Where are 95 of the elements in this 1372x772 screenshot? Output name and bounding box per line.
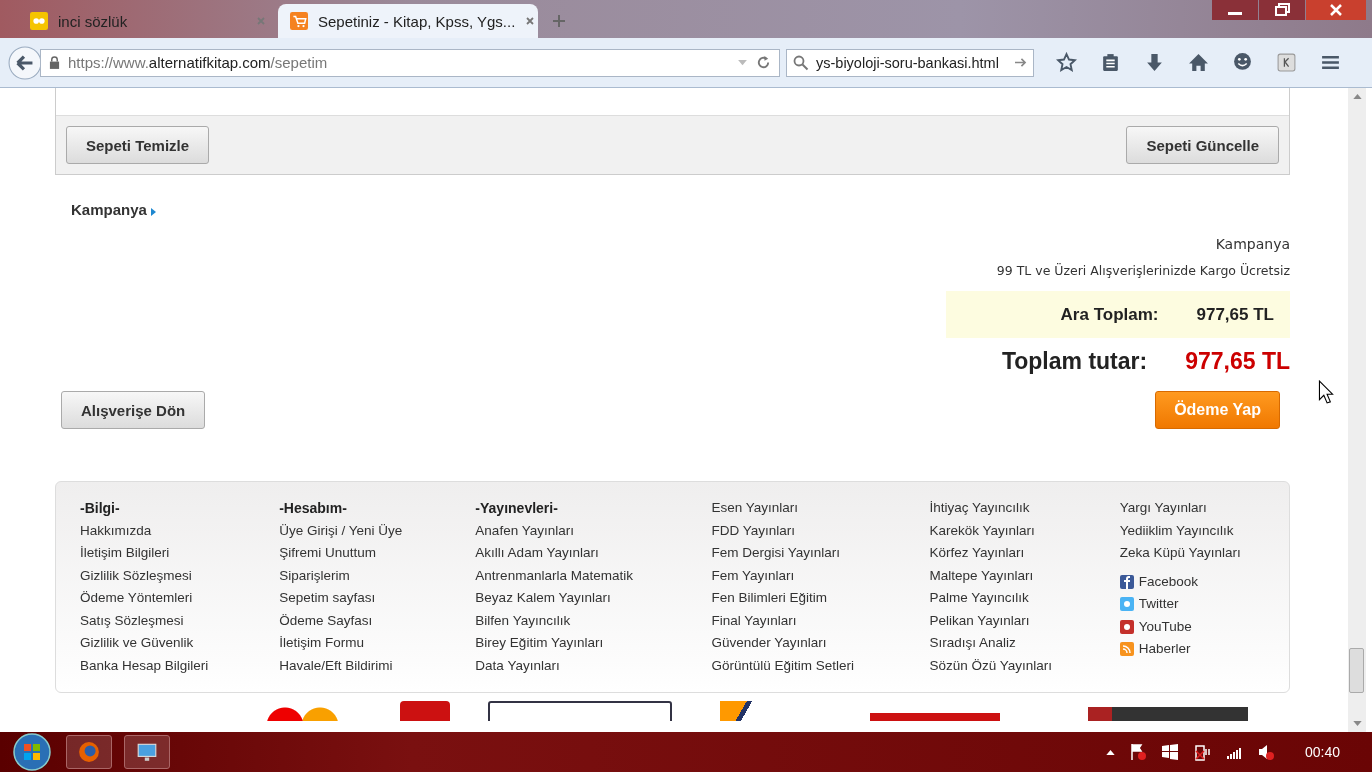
footer-link[interactable]: Zeka Küpü Yayınları	[1119, 545, 1289, 568]
back-icon[interactable]	[8, 45, 42, 80]
update-cart-button[interactable]: Sepeti Güncelle	[1126, 126, 1279, 164]
speaker-muted-icon[interactable]	[1256, 743, 1275, 761]
footer-link[interactable]: Esen Yayınları	[711, 500, 930, 523]
footer-link[interactable]: Birey Eğitim Yayınları	[475, 635, 712, 658]
address-field[interactable]: https://www.alternatifkitap.com/sepetim	[40, 48, 780, 77]
footer-link[interactable]: Final Yayınları	[711, 612, 930, 635]
lock-icon	[49, 56, 60, 69]
triangle-icon	[150, 207, 156, 216]
footer-link[interactable]: Şifremi Unuttum	[279, 545, 476, 568]
social-link[interactable]: Haberler	[1138, 641, 1191, 664]
campaign-text: 99 TL ve Üzeri Alışverişlerinizde Kargo Ücretsiz	[996, 263, 1290, 278]
continue-shopping-button[interactable]: Alışverişe Dön	[61, 391, 206, 429]
facebook-icon	[1119, 574, 1134, 589]
total-value: 977,65 TL	[1185, 348, 1290, 375]
start-button[interactable]	[10, 732, 54, 772]
footer-link[interactable]: Yediiklim Yayıncılık	[1119, 522, 1289, 545]
monitor-icon	[136, 741, 158, 763]
social-link[interactable]: YouTube	[1138, 618, 1192, 641]
social-link[interactable]: Twitter	[1138, 596, 1179, 619]
clock[interactable]: 00:40	[1304, 744, 1340, 760]
footer-link[interactable]: Fem Yayınları	[711, 567, 930, 590]
footer-heading: -Bilgi-	[80, 500, 121, 518]
subtotal-label: Ara Toplam:	[1060, 304, 1159, 325]
footer-link[interactable]: Yargı Yayınları	[1119, 500, 1289, 523]
footer-link[interactable]: Beyaz Kalem Yayınları	[475, 590, 712, 613]
scroll-up-icon[interactable]	[1352, 94, 1362, 99]
footer-link[interactable]: Ödeme Yöntemleri	[80, 590, 280, 613]
footer-link[interactable]: Siparişlerim	[279, 567, 476, 590]
close-icon[interactable]	[525, 16, 536, 26]
footer-link[interactable]: Körfez Yayınları	[929, 545, 1120, 568]
search-field[interactable]: ys-biyoloji-soru-bankasi.html	[786, 48, 1034, 77]
footer-link[interactable]: Gizlilik Sözleşmesi	[80, 567, 280, 590]
footer-link[interactable]: Güvender Yayınları	[711, 635, 930, 658]
key-icon[interactable]	[1276, 52, 1297, 73]
footer-link[interactable]: Hakkımızda	[80, 522, 280, 545]
footer-link[interactable]: İletişim Bilgileri	[80, 545, 280, 568]
footer-link[interactable]: Üye Girişi / Yeni Üye	[279, 522, 476, 545]
home-icon[interactable]	[1188, 52, 1209, 73]
total-label: Toplam tutar:	[1001, 348, 1148, 375]
footer-link[interactable]: İhtiyaç Yayıncılık	[929, 500, 1120, 523]
flag-icon[interactable]	[1128, 743, 1147, 761]
footer-link[interactable]: Satış Sözleşmesi	[80, 612, 280, 635]
restore-icon[interactable]	[1259, 0, 1305, 20]
footer-link[interactable]: Palme Yayıncılık	[929, 590, 1120, 613]
footer-link[interactable]: Akıllı Adam Yayınları	[475, 545, 712, 568]
reading-list-icon[interactable]	[1100, 52, 1121, 73]
browser-tab[interactable]: inci sözlük	[18, 4, 278, 38]
footer-link[interactable]: Fem Dergisi Yayınları	[711, 545, 930, 568]
social-link[interactable]: Facebook	[1138, 573, 1198, 596]
footer-link[interactable]: Karekök Yayınları	[929, 522, 1120, 545]
scrollbar[interactable]	[1348, 88, 1366, 732]
footer-heading: -Yayınevleri-	[475, 500, 559, 518]
show-hidden-icon[interactable]	[1105, 749, 1115, 755]
footer-link[interactable]: Havale/Eft Bildirimi	[279, 657, 476, 680]
cart-icon	[290, 12, 308, 30]
browser-tab[interactable]: Sepetiniz - Kitap, Kpss, Ygs...	[278, 4, 538, 38]
scroll-down-icon[interactable]	[1352, 721, 1362, 726]
footer-link[interactable]: FDD Yayınları	[711, 522, 930, 545]
minimize-icon[interactable]	[1212, 0, 1258, 20]
subtotal-value: 977,65 TL	[1196, 304, 1274, 325]
footer-link[interactable]: Gizlilik ve Güvenlik	[80, 635, 280, 658]
footer-link[interactable]: Fen Bilimleri Eğitim	[711, 590, 930, 613]
smiley-icon[interactable]	[1232, 52, 1253, 73]
close-icon[interactable]	[1306, 0, 1366, 20]
footer-heading: -Hesabım-	[279, 500, 348, 518]
globe-icon	[78, 741, 100, 763]
campaign-title: Kampanya	[1215, 236, 1290, 252]
battery-icon[interactable]	[1192, 743, 1211, 761]
arrow-icon[interactable]	[1014, 57, 1027, 68]
clear-cart-button[interactable]: Sepeti Temizle	[66, 126, 210, 164]
footer-link[interactable]: Sözün Özü Yayınları	[929, 657, 1120, 680]
star-icon[interactable]	[1056, 52, 1077, 73]
footer-link[interactable]: Data Yayınları	[475, 657, 712, 680]
footer-link[interactable]: Banka Hesap Bilgileri	[80, 657, 280, 680]
reload-icon[interactable]	[756, 55, 771, 70]
windows-icon[interactable]	[1160, 743, 1179, 761]
footer-link[interactable]: Antrenmanlarla Matematik	[475, 567, 712, 590]
firefox-taskbar-button[interactable]	[66, 735, 112, 769]
footer-link[interactable]: İletişim Formu	[279, 635, 476, 658]
campaign-link[interactable]: Kampanya	[71, 201, 147, 218]
footer-link[interactable]: Bilfen Yayıncılık	[475, 612, 712, 635]
search-icon	[793, 54, 809, 71]
footer-link[interactable]: Sıradışı Analiz	[929, 635, 1120, 658]
scroll-thumb[interactable]	[1349, 648, 1364, 693]
rss-icon	[1119, 642, 1134, 656]
mouse-cursor-icon	[1318, 380, 1334, 404]
footer-link[interactable]: Görüntülü Eğitim Setleri	[711, 657, 930, 680]
footer-link[interactable]: Sepetim sayfası	[279, 590, 476, 613]
taskbar-button[interactable]	[124, 735, 170, 769]
footer-link[interactable]: Maltepe Yayınları	[929, 567, 1120, 590]
footer-link[interactable]: Pelikan Yayınları	[929, 612, 1120, 635]
footer-link[interactable]: Ödeme Sayfası	[279, 612, 476, 635]
footer-link[interactable]: Anafen Yayınları	[475, 522, 712, 545]
